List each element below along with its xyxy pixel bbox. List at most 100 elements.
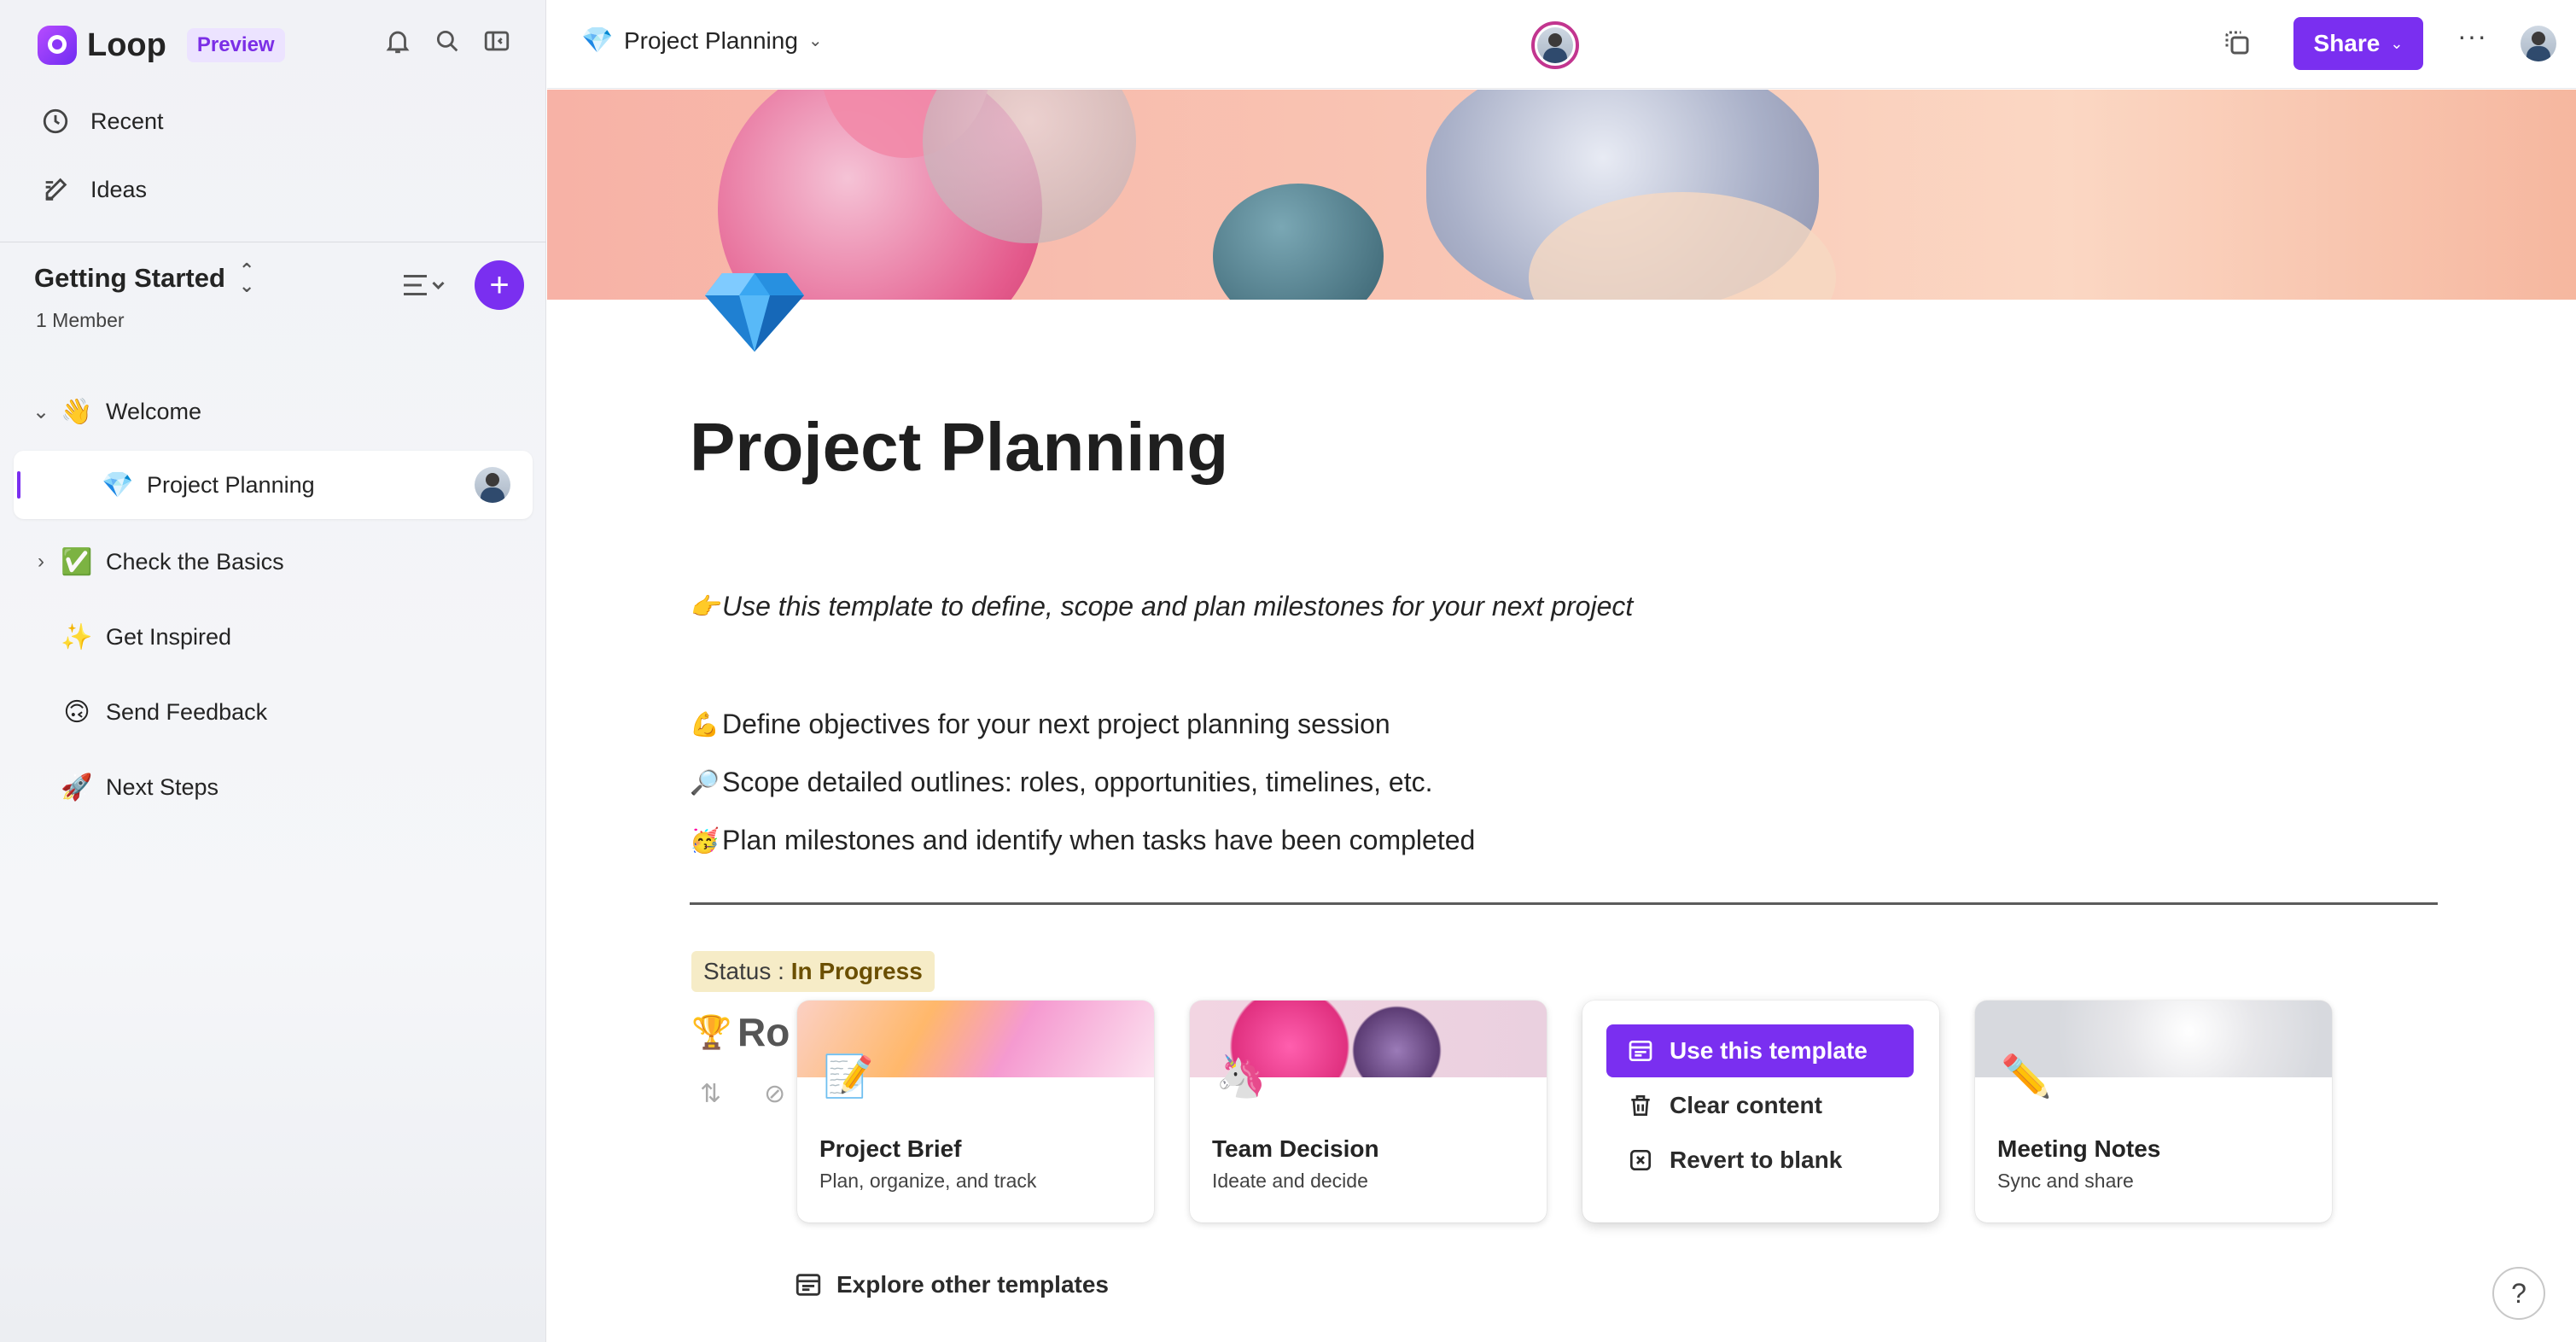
app-name: Loop bbox=[87, 26, 166, 63]
use-this-template-button[interactable]: Use this template bbox=[1606, 1024, 1914, 1077]
collaborator-presence-avatar[interactable] bbox=[1531, 21, 1579, 69]
tree-item-label: Check the Basics bbox=[106, 548, 284, 575]
revert-to-blank-button[interactable]: Revert to blank bbox=[1606, 1134, 1914, 1187]
page-cover-image bbox=[547, 90, 2576, 300]
check-mark-emoji-icon: ✅ bbox=[61, 546, 93, 577]
tree-item-project-planning[interactable]: 💎 Project Planning bbox=[14, 451, 533, 519]
tree-item-send-feedback[interactable]: 🙃 Send Feedback bbox=[60, 678, 267, 746]
expand-collapse-icon: ⌃ ⌄ bbox=[238, 260, 255, 296]
unicorn-emoji-icon: 🦄 bbox=[1215, 1054, 1267, 1100]
intro-text: Use this template to define, scope and p… bbox=[722, 591, 1634, 621]
status-label: Status : bbox=[703, 958, 784, 984]
top-bar: 💎 Project Planning ⌄ Share ⌄ ··· bbox=[547, 0, 2576, 89]
page-title[interactable]: Project Planning bbox=[690, 408, 1228, 487]
tree-item-label: Get Inspired bbox=[106, 623, 232, 650]
clock-icon bbox=[43, 108, 68, 134]
template-icon bbox=[796, 1274, 821, 1296]
tree-item-next-steps[interactable]: 🚀 Next Steps bbox=[60, 753, 219, 821]
partying-face-emoji-icon: 🥳 bbox=[690, 826, 720, 855]
template-icon bbox=[1629, 1041, 1652, 1061]
help-button[interactable]: ? bbox=[2492, 1267, 2545, 1320]
sidebar-item-label: Recent bbox=[90, 108, 164, 134]
tree-item-check-the-basics[interactable]: › ✅ Check the Basics bbox=[29, 528, 284, 596]
magnifier-emoji-icon: 🔎 bbox=[690, 768, 720, 796]
objective-text: Define objectives for your next project … bbox=[722, 709, 1390, 739]
flexed-biceps-emoji-icon: 💪 bbox=[690, 710, 720, 738]
explore-templates-link[interactable]: Explore other templates bbox=[794, 1270, 1109, 1299]
template-title: Meeting Notes bbox=[1997, 1135, 2161, 1162]
sidebar-toggle-icon[interactable] bbox=[481, 26, 512, 56]
gem-emoji-icon: 💎 bbox=[581, 26, 614, 55]
template-title: Team Decision bbox=[1212, 1135, 1379, 1162]
objective-text: Scope detailed outlines: roles, opportun… bbox=[722, 767, 1433, 797]
trophy-emoji-icon: 🏆 bbox=[691, 1012, 732, 1051]
tree-item-get-inspired[interactable]: ✨ Get Inspired bbox=[60, 603, 231, 671]
template-subtitle: Plan, organize, and track bbox=[819, 1170, 1037, 1192]
wave-emoji-icon: 👋 bbox=[61, 396, 93, 427]
breadcrumb-title: Project Planning bbox=[624, 26, 798, 54]
pointing-right-emoji-icon: 👉 bbox=[690, 592, 720, 621]
objective-line[interactable]: 🔎 Scope detailed outlines: roles, opport… bbox=[690, 767, 1432, 798]
chevron-down-icon[interactable]: ⌄ bbox=[29, 400, 53, 424]
sort-arrows-icon[interactable]: ⇅ bbox=[700, 1079, 721, 1109]
tree-item-label: Project Planning bbox=[147, 471, 315, 498]
chevron-down-icon: ⌄ bbox=[2390, 34, 2404, 52]
chevron-down-icon: ⌄ bbox=[807, 32, 823, 50]
status-value: In Progress bbox=[790, 958, 923, 984]
loop-app: Loop Preview Recent Ideas Getting Starte… bbox=[0, 0, 2576, 1342]
more-options-icon[interactable]: ··· bbox=[2457, 20, 2487, 52]
sidebar-toolbar bbox=[382, 26, 512, 56]
bell-icon[interactable] bbox=[382, 26, 413, 56]
pencil-note-icon bbox=[45, 178, 67, 201]
close-box-icon bbox=[1630, 1150, 1651, 1170]
heading-partially-covered[interactable]: 🏆 Ro bbox=[691, 1009, 790, 1055]
workspace-title[interactable]: Getting Started ⌃ ⌄ bbox=[34, 260, 255, 296]
copy-link-icon[interactable] bbox=[2222, 27, 2253, 58]
chevron-right-icon[interactable]: › bbox=[29, 550, 53, 574]
workspace-members[interactable]: 1 Member bbox=[36, 309, 125, 332]
menu-item-label: Use this template bbox=[1670, 1037, 1868, 1064]
page-gem-icon[interactable] bbox=[705, 273, 804, 352]
menu-item-label: Clear content bbox=[1670, 1092, 1822, 1118]
loop-logo-icon bbox=[38, 26, 77, 65]
search-icon[interactable] bbox=[432, 26, 463, 56]
avatar bbox=[1537, 27, 1573, 63]
sparkles-emoji-icon: ✨ bbox=[61, 621, 93, 652]
tree-item-label: Next Steps bbox=[106, 773, 219, 800]
status-badge[interactable]: Status : In Progress bbox=[691, 951, 935, 992]
sidebar: Loop Preview Recent Ideas Getting Starte… bbox=[0, 0, 546, 1342]
sort-lines-icon bbox=[404, 275, 445, 295]
hide-eye-icon[interactable]: ⊘ bbox=[764, 1079, 785, 1109]
template-card-project-brief[interactable]: 📝 Project Brief Plan, organize, and trac… bbox=[797, 1001, 1154, 1222]
page-breadcrumb[interactable]: 💎 Project Planning ⌄ bbox=[581, 26, 823, 55]
intro-line[interactable]: 👉 Use this template to define, scope and… bbox=[690, 591, 1633, 622]
share-button[interactable]: Share ⌄ bbox=[2293, 17, 2423, 70]
template-card-team-decision[interactable]: 🦄 Team Decision Ideate and decide bbox=[1190, 1001, 1547, 1222]
memo-emoji-icon: 📝 bbox=[823, 1054, 874, 1100]
heading-text: Ro bbox=[737, 1010, 790, 1054]
add-page-button[interactable]: + bbox=[475, 260, 524, 310]
table-toolbar-peek: ⇅ ⊘ bbox=[700, 1079, 785, 1109]
sort-menu-button[interactable] bbox=[401, 270, 447, 300]
objective-text: Plan milestones and identify when tasks … bbox=[722, 825, 1476, 855]
upside-down-face-emoji-icon: 🙃 bbox=[63, 697, 90, 727]
tree-item-welcome[interactable]: ⌄ 👋 Welcome bbox=[29, 377, 201, 446]
tree-item-label: Send Feedback bbox=[106, 698, 268, 725]
template-context-menu: Use this template Clear content Revert t… bbox=[1582, 1001, 1939, 1222]
app-brand: Loop Preview bbox=[38, 24, 285, 67]
sidebar-item-label: Ideas bbox=[90, 176, 148, 202]
template-subtitle: Ideate and decide bbox=[1212, 1170, 1368, 1192]
objective-line[interactable]: 🥳 Plan milestones and identify when task… bbox=[690, 825, 1475, 856]
pencil-emoji-icon: ✏️ bbox=[2001, 1054, 2052, 1100]
sidebar-item-recent[interactable]: Recent bbox=[41, 100, 164, 143]
avatar[interactable] bbox=[475, 467, 510, 503]
user-avatar[interactable] bbox=[2521, 26, 2556, 61]
sidebar-item-ideas[interactable]: Ideas bbox=[41, 168, 147, 211]
rocket-emoji-icon: 🚀 bbox=[61, 772, 93, 802]
preview-badge: Preview bbox=[186, 28, 285, 62]
objective-line[interactable]: 💪 Define objectives for your next projec… bbox=[690, 709, 1390, 740]
template-title: Project Brief bbox=[819, 1135, 962, 1162]
template-card-meeting-notes[interactable]: ✏️ Meeting Notes Sync and share bbox=[1975, 1001, 2332, 1222]
gem-emoji-icon: 💎 bbox=[102, 470, 134, 500]
clear-content-button[interactable]: Clear content bbox=[1606, 1079, 1914, 1132]
